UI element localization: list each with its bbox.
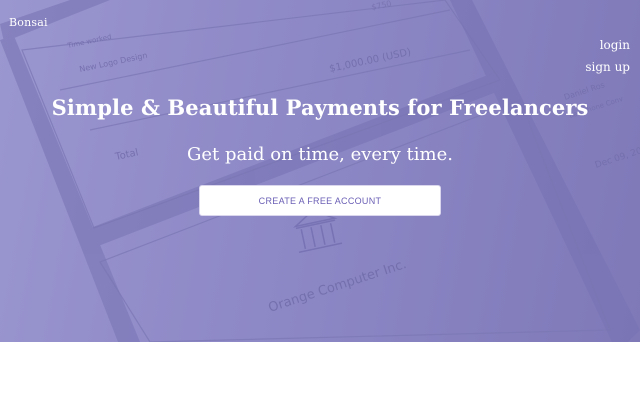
hero-subheadline: Get paid on time, every time.	[187, 144, 453, 165]
create-account-button[interactable]: CREATE A FREE ACCOUNT	[199, 185, 441, 216]
invoice-amount-top: $750	[371, 0, 393, 12]
brand-logo[interactable]: Bonsai	[9, 16, 48, 29]
hero-headline: Simple & Beautiful Payments for Freelanc…	[51, 95, 589, 120]
invoice-line-item: New Logo Design	[79, 51, 149, 74]
signup-link[interactable]: sign up	[585, 60, 630, 74]
hero-section: Time worked New Logo Design $1,000.00 (U…	[0, 0, 640, 342]
login-link[interactable]: login	[600, 38, 630, 52]
below-hero-area	[0, 342, 640, 400]
invoice-client-name: Orange Computer Inc.	[267, 257, 409, 316]
invoice-line-label: Time worked	[66, 33, 112, 50]
invoice-background-illustration: Time worked New Logo Design $1,000.00 (U…	[0, 0, 640, 342]
